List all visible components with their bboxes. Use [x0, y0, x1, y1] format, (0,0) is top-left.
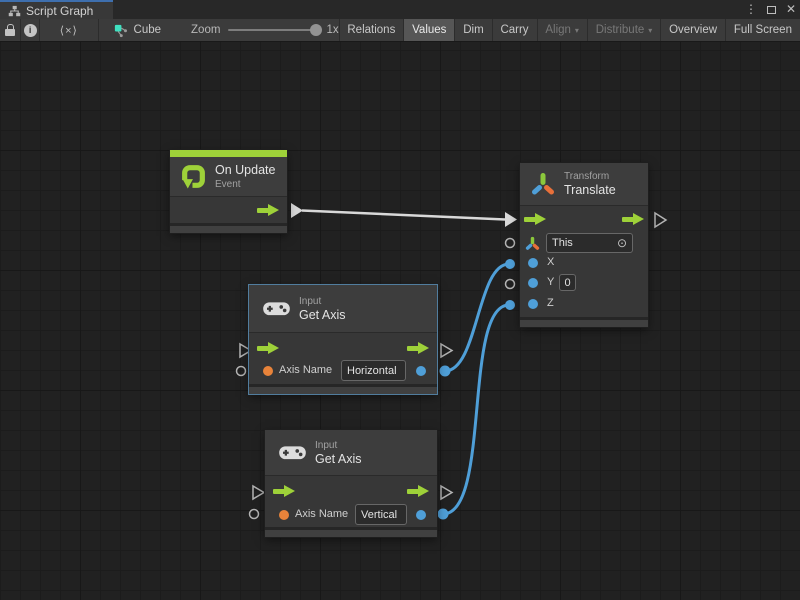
variables-icon: ⟨×⟩ [60, 24, 78, 37]
node-category: Input [315, 439, 362, 452]
chevron-down-icon: ▾ [648, 26, 652, 35]
chevron-down-icon: ▾ [575, 26, 579, 35]
zoom-slider[interactable] [228, 29, 318, 31]
axis-name-field[interactable]: Vertical [355, 504, 407, 525]
y-port-dot[interactable] [528, 278, 538, 288]
zoom-label: Zoom [191, 24, 220, 36]
node-translate[interactable]: Transform Translate This ⊙ X Y [520, 163, 648, 327]
node-title: Translate [564, 183, 616, 198]
dim-button[interactable]: Dim [455, 19, 491, 41]
flow-in-arrow-icon[interactable] [524, 213, 546, 226]
target-field[interactable]: This ⊙ [546, 233, 633, 253]
value-out-dot[interactable] [416, 366, 426, 376]
gamepad-icon [278, 443, 307, 462]
node-subtitle: Event [215, 178, 275, 191]
graph-name-label: Cube [134, 24, 162, 36]
node-title: Get Axis [315, 452, 362, 467]
flow-out-arrow-icon[interactable] [407, 342, 429, 355]
axis-name-port-dot[interactable] [279, 510, 289, 520]
node-title: On Update [215, 163, 275, 178]
title-bar: Script Graph ⋮ ✕ [0, 0, 800, 19]
graph-asset-icon [113, 23, 128, 38]
value-out-dot[interactable] [416, 510, 426, 520]
object-picker-icon[interactable]: ⊙ [617, 236, 627, 250]
carry-button[interactable]: Carry [492, 19, 536, 41]
zoom-value: 1x [326, 24, 338, 36]
align-button[interactable]: Align ▾ [537, 19, 587, 41]
window-menu-icon[interactable]: ⋮ [745, 0, 757, 19]
relations-button[interactable]: Relations [339, 19, 403, 41]
axis-name-value: Vertical [361, 509, 397, 521]
axis-name-field[interactable]: Horizontal [341, 360, 406, 381]
gamepad-icon [262, 299, 291, 318]
axis-name-value: Horizontal [347, 365, 397, 377]
node-get-axis-horizontal[interactable]: Input Get Axis Axis Name Horizontal [249, 285, 437, 394]
maximize-icon[interactable] [767, 6, 776, 14]
node-on-update[interactable]: On Update Event [170, 150, 287, 233]
z-port-dot[interactable] [528, 299, 538, 309]
node-footer [249, 384, 437, 394]
node-footer [170, 223, 287, 233]
flow-out-arrow-icon[interactable] [622, 213, 644, 226]
values-button[interactable]: Values [404, 19, 454, 41]
node-title: Get Axis [299, 308, 346, 323]
axis-name-port-dot[interactable] [263, 366, 273, 376]
lock-button[interactable] [0, 19, 20, 41]
x-port-dot[interactable] [528, 258, 538, 268]
transform-mini-icon [525, 236, 540, 251]
info-button[interactable]: i [21, 19, 39, 41]
variables-button[interactable]: ⟨×⟩ [40, 19, 98, 41]
distribute-button[interactable]: Distribute ▾ [588, 19, 661, 41]
axis-name-label: Axis Name [295, 508, 348, 520]
lock-icon [5, 24, 15, 36]
event-accent-bar [170, 150, 287, 157]
node-footer [265, 527, 437, 537]
axis-name-label: Axis Name [279, 364, 332, 376]
zoom-slider-handle[interactable] [310, 24, 322, 36]
flow-in-arrow-icon[interactable] [257, 342, 279, 355]
flow-out-arrow-icon[interactable] [407, 485, 429, 498]
info-icon: i [24, 24, 37, 37]
node-category: Input [299, 295, 346, 308]
node-footer [520, 317, 648, 327]
flow-in-arrow-icon[interactable] [273, 485, 295, 498]
target-field-value: This [552, 237, 573, 249]
script-graph-icon [8, 5, 21, 17]
on-update-loop-icon [180, 163, 207, 190]
graph-reference[interactable]: Cube [99, 19, 162, 41]
y-value-field[interactable]: 0 [559, 274, 576, 291]
close-icon[interactable]: ✕ [786, 0, 796, 19]
z-port-label: Z [547, 297, 554, 309]
overview-button[interactable]: Overview [661, 19, 725, 41]
full-screen-button[interactable]: Full Screen [726, 19, 800, 41]
y-port-label: Y [547, 276, 554, 288]
script-graph-window: Script Graph ⋮ ✕ i ⟨×⟩ [0, 0, 800, 600]
flow-out-arrow-icon[interactable] [257, 204, 279, 217]
tab-title: Script Graph [26, 4, 93, 18]
graph-toolbar: i ⟨×⟩ Cube Zoom 1x [0, 19, 800, 42]
x-port-label: X [547, 256, 554, 268]
transform-axes-icon [530, 171, 556, 197]
node-category: Transform [564, 170, 616, 183]
tab-script-graph[interactable]: Script Graph [0, 0, 113, 19]
node-get-axis-vertical[interactable]: Input Get Axis Axis Name Vertical [265, 430, 437, 537]
y-value: 0 [564, 277, 570, 289]
